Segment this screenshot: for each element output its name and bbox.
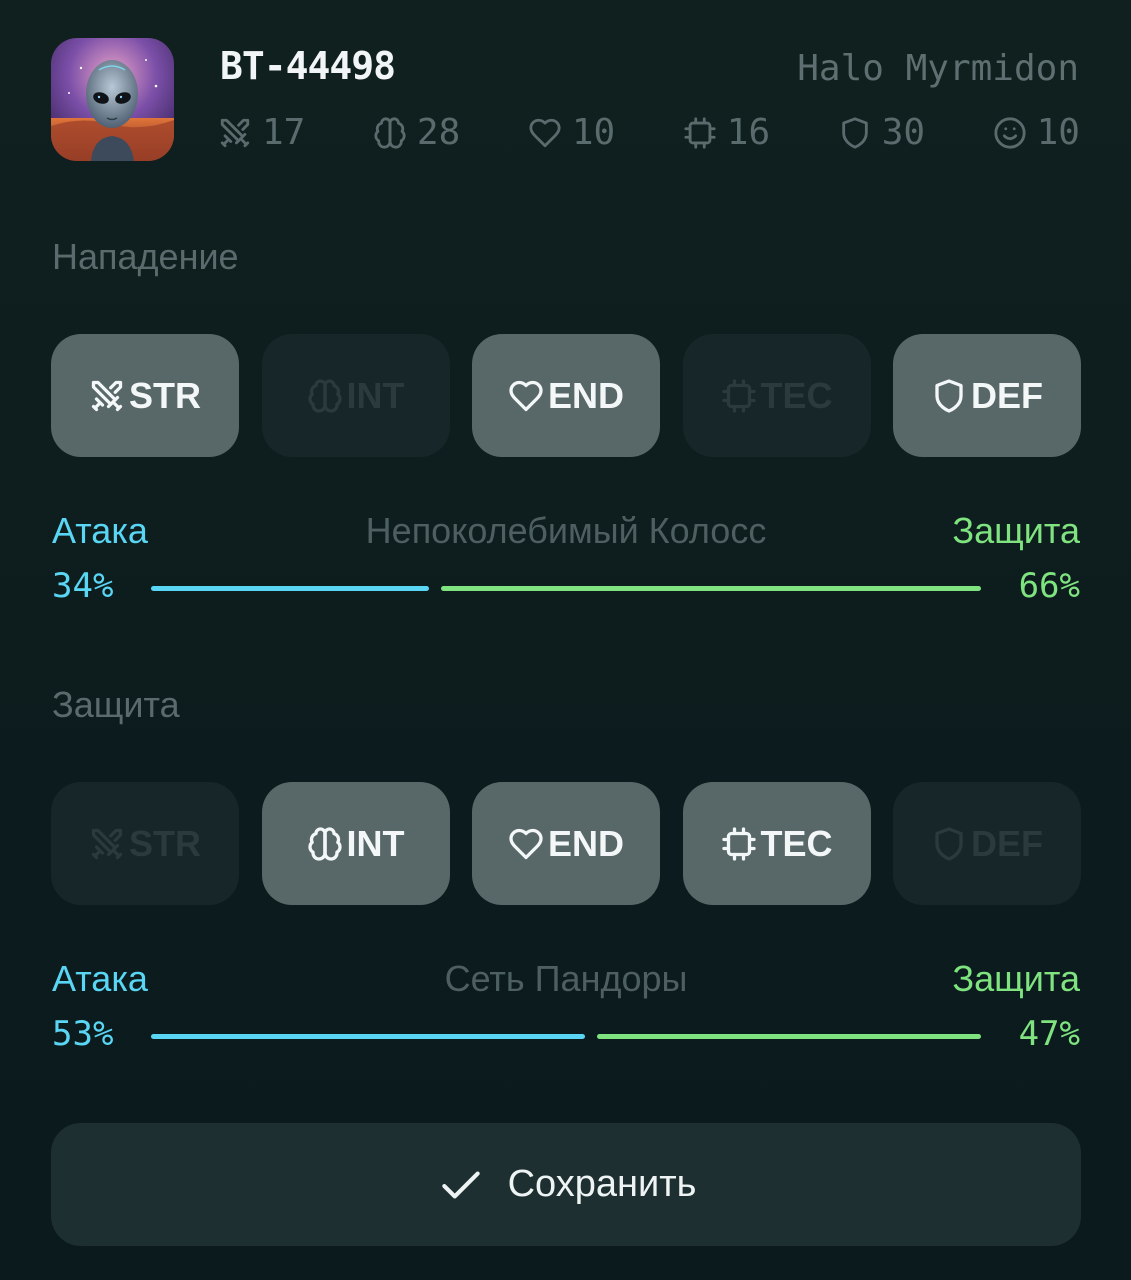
stat-strength: 17 bbox=[218, 112, 305, 153]
heart-icon bbox=[509, 828, 543, 859]
defense-label: Защита bbox=[952, 510, 1080, 551]
chip-icon bbox=[684, 116, 716, 149]
brain-icon bbox=[307, 826, 342, 861]
check-icon bbox=[441, 1170, 480, 1199]
defense-chip-def[interactable]: DEF bbox=[893, 782, 1081, 905]
attack-percent: 34% bbox=[52, 566, 114, 606]
chip-label: STR bbox=[129, 374, 201, 416]
attack-ratio-bar: 34% 66% bbox=[52, 566, 1080, 610]
chip-label: STR bbox=[129, 822, 201, 864]
swords-icon bbox=[91, 380, 123, 411]
stat-defense: 30 bbox=[838, 112, 925, 153]
defense-ratio-bar: 53% 47% bbox=[52, 1014, 1080, 1058]
chip-icon bbox=[721, 378, 756, 413]
attack-segment bbox=[151, 1034, 585, 1039]
heart-icon bbox=[509, 380, 543, 411]
defense-chip-end[interactable]: END bbox=[472, 782, 660, 905]
attack-chip-def[interactable]: DEF bbox=[893, 334, 1081, 457]
stat-defense-value: 30 bbox=[881, 112, 926, 153]
chip-label: END bbox=[547, 822, 624, 864]
attack-chip-end[interactable]: END bbox=[472, 334, 660, 457]
ratio-track bbox=[151, 586, 981, 591]
stat-endurance-value: 10 bbox=[571, 112, 616, 153]
defense-chip-tec[interactable]: TEC bbox=[682, 782, 871, 905]
stat-charisma-value: 10 bbox=[1036, 112, 1080, 153]
stat-charisma: 10 bbox=[993, 112, 1080, 153]
defense-chips: STR INT END TEC DEF bbox=[51, 782, 1081, 905]
attack-ratio-header: Атака Непоколебимый Колосс Защита bbox=[52, 510, 1080, 554]
chip-label: TEC bbox=[760, 822, 833, 864]
alien-portrait-icon bbox=[51, 38, 174, 161]
stats-row: 17 28 10 16 30 10 bbox=[218, 112, 1080, 153]
defense-segment bbox=[597, 1034, 981, 1039]
swords-icon bbox=[91, 828, 123, 859]
stat-intelligence-value: 28 bbox=[416, 112, 461, 153]
chip-label: DEF bbox=[971, 822, 1043, 864]
defense-ratio-header: Атака Сеть Пандоры Защита bbox=[52, 958, 1080, 1002]
profile-name: Непоколебимый Колосс bbox=[365, 510, 767, 551]
shield-icon bbox=[935, 378, 963, 413]
chip-label: INT bbox=[346, 822, 405, 864]
defense-segment bbox=[441, 586, 981, 591]
unit-avatar bbox=[51, 38, 174, 161]
unit-class: Halo Myrmidon bbox=[797, 48, 1079, 89]
attack-segment bbox=[151, 586, 429, 591]
swords-icon bbox=[220, 118, 250, 147]
defense-chip-str[interactable]: STR bbox=[51, 782, 239, 905]
shield-icon bbox=[935, 826, 963, 861]
unit-build-panel: BT-44498 Halo Myrmidon 17 28 10 16 30 10… bbox=[0, 0, 1131, 1280]
profile-name: Сеть Пандоры bbox=[444, 958, 688, 999]
chip-label: END bbox=[547, 374, 624, 416]
smile-icon bbox=[994, 116, 1026, 149]
defense-percent: 66% bbox=[1018, 566, 1080, 606]
ratio-track bbox=[151, 1034, 981, 1039]
save-button-label: Сохранить bbox=[507, 1163, 697, 1205]
stat-intelligence: 28 bbox=[373, 112, 460, 153]
attack-chip-int[interactable]: INT bbox=[261, 334, 450, 457]
heart-icon bbox=[529, 118, 561, 147]
chip-label: INT bbox=[346, 374, 405, 416]
stat-tech-value: 16 bbox=[726, 112, 771, 153]
attack-percent: 53% bbox=[52, 1014, 114, 1054]
stat-strength-value: 17 bbox=[262, 112, 306, 153]
stat-tech: 16 bbox=[683, 112, 770, 153]
shield-icon bbox=[841, 116, 868, 149]
attack-section-title: Нападение bbox=[52, 236, 239, 277]
unit-id: BT-44498 bbox=[220, 44, 396, 88]
chip-icon bbox=[721, 826, 756, 861]
chip-label: TEC bbox=[760, 374, 833, 416]
defense-chip-int[interactable]: INT bbox=[261, 782, 450, 905]
attack-chip-tec[interactable]: TEC bbox=[682, 334, 871, 457]
brain-icon bbox=[307, 378, 342, 413]
chip-label: DEF bbox=[971, 374, 1043, 416]
attack-chips: STR INT END TEC DEF bbox=[51, 334, 1081, 457]
save-button[interactable]: Сохранить bbox=[51, 1123, 1081, 1246]
attack-chip-str[interactable]: STR bbox=[51, 334, 239, 457]
defense-label: Защита bbox=[952, 958, 1080, 999]
stat-endurance: 10 bbox=[528, 112, 615, 153]
defense-percent: 47% bbox=[1018, 1014, 1080, 1054]
brain-icon bbox=[374, 116, 406, 149]
defense-section-title: Защита bbox=[52, 684, 180, 725]
